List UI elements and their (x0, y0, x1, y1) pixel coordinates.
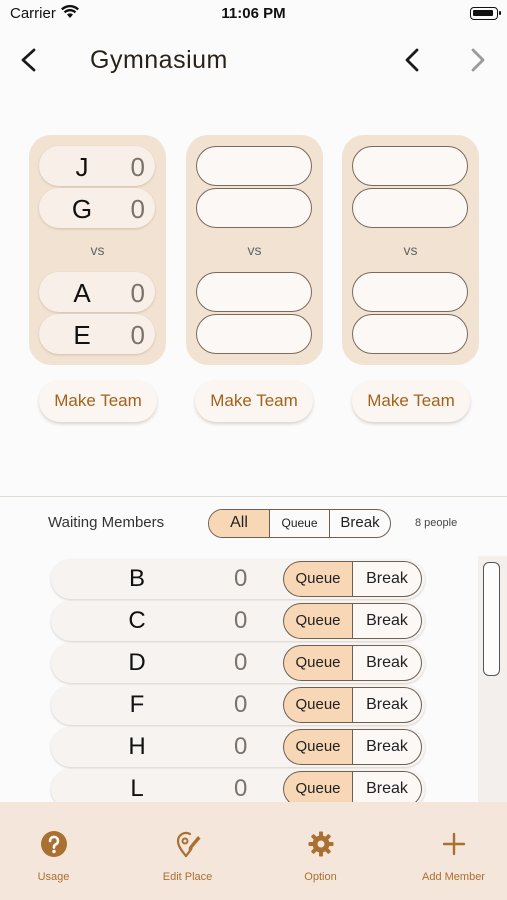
member-name: C (128, 607, 146, 634)
page-title: Gymnasium (90, 46, 228, 74)
member-score: 0 (234, 775, 248, 802)
empty-player-slot[interactable] (352, 272, 468, 312)
filter-all-option[interactable]: All (209, 510, 269, 537)
player-name: A (73, 278, 91, 308)
empty-player-slot[interactable] (352, 146, 468, 186)
player-name: J (75, 152, 89, 182)
member-filter-segmented-control: All Queue Break (208, 509, 391, 538)
break-button[interactable]: Break (352, 687, 422, 723)
queue-button[interactable]: Queue (283, 561, 352, 597)
tab-add-member-label: Add Member (422, 871, 485, 883)
member-score: 0 (234, 649, 248, 676)
court-2: vs (186, 135, 323, 365)
tab-option[interactable]: Option (257, 802, 384, 900)
member-row[interactable]: B 0 Queue Break (51, 559, 425, 599)
filter-queue-option[interactable]: Queue (269, 510, 330, 537)
empty-player-slot[interactable] (196, 146, 312, 186)
member-score: 0 (234, 565, 248, 592)
member-row[interactable]: H 0 Queue Break (51, 727, 425, 767)
member-row[interactable]: D 0 Queue Break (51, 643, 425, 683)
member-row[interactable]: F 0 Queue Break (51, 685, 425, 725)
member-name: B (128, 565, 145, 592)
question-circle-icon (40, 831, 67, 857)
queue-button[interactable]: Queue (283, 603, 352, 639)
empty-player-slot[interactable] (196, 314, 312, 354)
status-time: 11:06 PM (221, 5, 286, 22)
make-team-button-court-1[interactable]: Make Team (39, 380, 157, 422)
tab-add-member[interactable]: Add Member (390, 802, 507, 900)
member-name: H (128, 733, 146, 760)
queue-button[interactable]: Queue (283, 645, 352, 681)
vs-label: vs (403, 242, 418, 258)
next-place-icon[interactable] (464, 44, 492, 76)
queue-button[interactable]: Queue (283, 687, 352, 723)
tab-edit-place-label: Edit Place (162, 871, 213, 883)
pin-edit-icon (176, 831, 200, 858)
make-team-button-court-2[interactable]: Make Team (195, 380, 313, 422)
player-score: 0 (130, 152, 145, 182)
tab-option-label: Option (304, 871, 337, 883)
queue-button[interactable]: Queue (283, 729, 352, 765)
tab-bar: Usage Edit Place Option Add Member (0, 802, 507, 900)
section-divider (0, 496, 507, 497)
tab-usage[interactable]: Usage (0, 802, 117, 900)
queue-button[interactable]: Queue (283, 771, 352, 802)
back-chevron-icon[interactable] (14, 44, 44, 76)
empty-player-slot[interactable] (196, 188, 312, 228)
previous-place-icon[interactable] (398, 44, 426, 76)
break-button[interactable]: Break (352, 771, 422, 802)
break-button[interactable]: Break (352, 603, 422, 639)
waiting-members-label: Waiting Members (48, 514, 165, 531)
member-count: 8 people (415, 517, 458, 529)
member-score: 0 (234, 691, 248, 718)
tab-edit-place[interactable]: Edit Place (124, 802, 251, 900)
member-row[interactable]: C 0 Queue Break (51, 601, 425, 641)
player-score: 0 (130, 278, 145, 308)
player-slot[interactable]: A 0 (39, 272, 155, 312)
make-team-button-court-3[interactable]: Make Team (352, 380, 470, 422)
break-button[interactable]: Break (352, 561, 422, 597)
court-3: vs (342, 135, 479, 365)
battery-icon (470, 7, 501, 20)
player-slot[interactable]: E 0 (39, 314, 155, 354)
member-name: D (128, 649, 146, 676)
player-score: 0 (130, 320, 145, 350)
player-slot[interactable]: J 0 (39, 146, 155, 186)
court-1: J 0 G 0 vs A 0 E 0 (29, 135, 166, 365)
vs-label: vs (90, 242, 105, 258)
gear-icon (308, 831, 333, 857)
waiting-members-list[interactable]: B 0 Queue Break C 0 Queue Break D 0 Queu… (0, 556, 507, 802)
empty-player-slot[interactable] (352, 314, 468, 354)
filter-break-option[interactable]: Break (330, 510, 390, 537)
member-score: 0 (234, 733, 248, 760)
member-row[interactable]: L 0 Queue Break (51, 769, 425, 802)
vs-label: vs (247, 242, 262, 258)
plus-icon (442, 832, 465, 856)
player-name: G (71, 194, 93, 224)
scrollbar-thumb[interactable] (483, 562, 500, 676)
player-name: E (73, 320, 91, 350)
empty-player-slot[interactable] (352, 188, 468, 228)
member-name: F (129, 691, 145, 718)
member-score: 0 (234, 607, 248, 634)
break-button[interactable]: Break (352, 645, 422, 681)
player-slot[interactable]: G 0 (39, 188, 155, 228)
player-score: 0 (130, 194, 145, 224)
break-button[interactable]: Break (352, 729, 422, 765)
empty-player-slot[interactable] (196, 272, 312, 312)
member-name: L (130, 775, 144, 802)
tab-usage-label: Usage (37, 871, 70, 883)
status-bar: Carrier 11:06 PM (0, 0, 507, 30)
